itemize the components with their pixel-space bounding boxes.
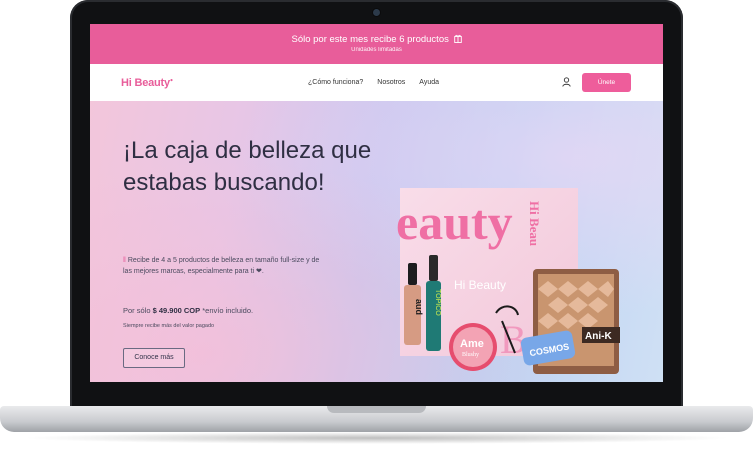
price-suffix: *envío incluido. [202, 306, 254, 315]
price-value: $ 49.900 COP [152, 306, 201, 315]
learn-more-button[interactable]: Conoce más [123, 348, 185, 368]
camera-icon [373, 9, 380, 16]
blush-label: Ame [460, 338, 484, 350]
join-button[interactable]: Únete [582, 73, 631, 92]
price-prefix: Por sólo [123, 306, 151, 315]
browser-screen: Sólo por este mes recibe 6 productos Uni… [90, 24, 663, 382]
promo-text: Sólo por este mes recibe 6 productos [291, 34, 449, 45]
logo-text: Hi Beauty [121, 77, 170, 89]
nav-menu: ¿Cómo funciona? Nosotros Ayuda [308, 79, 439, 86]
mascara-label: TOPICO [434, 289, 441, 316]
box-logo-text: Hi Beauty [454, 278, 506, 292]
hero-title: ¡La caja de belleza que estabas buscando… [123, 137, 372, 196]
box-side-text: Hi Beau [527, 201, 542, 246]
hero-description-text: Recibe de 4 a 5 productos de belleza en … [123, 257, 320, 275]
nav-item-nosotros[interactable]: Nosotros [377, 79, 405, 86]
top-nav: Hi Beauty● ¿Cómo funciona? Nosotros Ayud… [90, 64, 663, 101]
user-icon[interactable] [562, 77, 571, 87]
palette-label: Ani-K [585, 331, 612, 342]
value-note: Siempre recibe más del valor pagado [123, 323, 215, 329]
tube-label: aud [414, 299, 424, 315]
product-image: eauty Hi Beau Hi Beauty B Ani-K aud TOPI… [396, 188, 620, 374]
hero-section: ¡La caja de belleza que estabas buscando… [90, 101, 663, 382]
promo-line: Sólo por este mes recibe 6 productos [90, 34, 663, 45]
nav-item-ayuda[interactable]: Ayuda [419, 79, 439, 86]
box-brand-text: eauty [396, 194, 513, 250]
laptop-shadow [20, 432, 733, 444]
laptop-base [0, 406, 753, 432]
blush-sublabel: Blushy [462, 352, 479, 358]
laptop-notch [327, 406, 426, 413]
promo-subtext: Unidades limitadas [351, 47, 402, 53]
nav-item-como-funciona[interactable]: ¿Cómo funciona? [308, 79, 363, 86]
promo-banner: Sólo por este mes recibe 6 productos Uni… [90, 24, 663, 64]
brand-logo[interactable]: Hi Beauty● [121, 77, 173, 89]
gift-icon [453, 34, 462, 43]
price-line: Por sólo $ 49.900 COP *envío incluido. [123, 306, 253, 315]
hero-description: ‖ Recibe de 4 a 5 productos de belleza e… [123, 255, 328, 277]
laptop-frame: Sólo por este mes recibe 6 productos Uni… [0, 0, 753, 450]
